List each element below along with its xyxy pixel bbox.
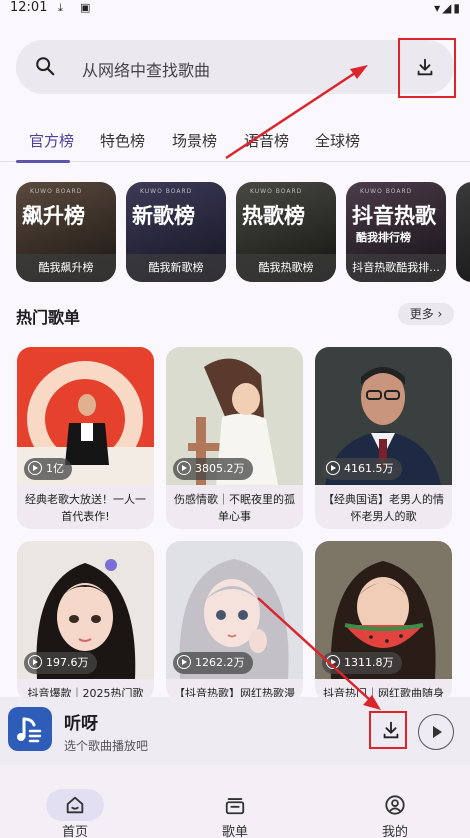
board-tag: KUWO BOARD [140,188,193,195]
ranking-tabs: 官方榜 特色榜 场景榜 语音榜 全球榜 [0,124,470,163]
bottom-nav: 首页 歌单 我的 [0,765,470,838]
board-row: KUWO BOARD 飙升榜 酷我飙升榜 KUWO BOARD 新歌榜 酷我新歌… [0,182,470,282]
app-logo [8,707,52,751]
playlist-card[interactable]: 1亿 经典老歌大放送！一人一首代表作! [17,347,154,529]
play-count-badge: 197.6万 [24,652,97,674]
play-count: 4161.5万 [344,462,394,475]
search-placeholder[interactable]: 从网络中查找歌曲 [82,57,210,81]
home-icon [66,796,84,814]
play-count-badge: 1311.8万 [322,652,402,674]
play-count-icon [326,461,340,475]
play-button[interactable] [418,714,454,750]
tab-official[interactable]: 官方榜 [29,130,74,151]
board-card[interactable]: KUWO BOARD 新歌榜 酷我新歌榜 [126,182,226,282]
play-count-icon [28,655,42,669]
playlist-title: 经典老歌大放送！一人一首代表作! [25,493,146,523]
search-bar[interactable]: 从网络中查找歌曲 [16,40,454,94]
playlist-card[interactable]: 197.6万 抖音爆款｜2025热门歌曲 [17,541,154,701]
board-name: 新歌榜 [132,204,195,228]
board-footer: 酷我新歌榜 [126,254,226,282]
board-name: 飙升榜 [22,204,85,228]
play-count-icon [28,461,42,475]
tab-global[interactable]: 全球榜 [315,130,360,151]
board-card[interactable]: KUWO BOARD 飙升榜 酷我飙升榜 [16,182,116,282]
playlist-card[interactable]: 4161.5万 【经典国语】老男人的情怀老男人的歌 [315,347,452,529]
board-name: 抖音热歌 [352,204,436,228]
play-count: 3805.2万 [195,462,245,475]
section-title: 热门歌单 [16,308,81,327]
board-card-partial[interactable] [456,182,470,282]
play-count-icon [177,655,191,669]
play-count: 197.6万 [46,656,89,669]
download-status-icon: ⤓ [58,1,63,14]
playlist-title: 【经典国语】老男人的情怀老男人的歌 [323,493,444,523]
playlist-icon [225,798,245,815]
annotation-box-top [398,38,456,98]
status-bar: 12:01 ⤓ ▣ ▾◢▮ [0,0,470,18]
player-title: 听呀 [64,714,98,734]
board-tag: KUWO BOARD [250,188,303,195]
play-count-badge: 3805.2万 [173,458,253,480]
nav-profile[interactable]: 我的 [320,765,470,838]
wifi-battery-icons: ▾◢▮ [434,1,462,15]
play-count-icon [177,461,191,475]
playlist-card[interactable]: 1311.8万 抖音热门｜网红歌曲随身听 [315,541,452,701]
board-tag: KUWO BOARD [30,188,83,195]
play-count-badge: 4161.5万 [322,458,402,480]
board-name: 热歌榜 [242,204,305,228]
board-subtitle: 酷我排行榜 [356,231,411,244]
tab-indicator [16,160,70,163]
play-count: 1亿 [46,462,64,475]
play-count-icon [326,655,340,669]
board-tag: KUWO BOARD [360,188,413,195]
board-card[interactable]: KUWO BOARD 抖音热歌 酷我排行榜 抖音热歌酷我排... [346,182,446,282]
tab-feature[interactable]: 特色榜 [100,130,145,151]
board-footer: 抖音热歌酷我排... [346,254,446,282]
play-count-badge: 1亿 [24,458,72,480]
nav-playlists[interactable]: 歌单 [160,765,316,838]
play-count: 1311.8万 [344,656,394,669]
playlist-title: 伤感情歌｜不眠夜里的孤单心事 [174,493,295,523]
search-icon [36,57,55,76]
app-status-icon: ▣ [80,1,91,14]
playlist-card[interactable]: 3805.2万 伤感情歌｜不眠夜里的孤单心事 [166,347,303,529]
nav-label: 歌单 [221,825,248,838]
play-count-badge: 1262.2万 [173,652,253,674]
player-subtitle: 选个歌曲播放吧 [64,739,149,753]
more-button[interactable]: 更多 › [398,303,454,325]
nav-label: 我的 [381,825,408,838]
board-footer: 酷我飙升榜 [16,254,116,282]
nav-home[interactable]: 首页 [0,765,156,838]
tab-scene[interactable]: 场景榜 [172,130,217,151]
annotation-box-bottom [369,711,407,749]
nav-label: 首页 [61,825,88,838]
board-card[interactable]: KUWO BOARD 热歌榜 酷我热歌榜 [236,182,336,282]
board-footer: 酷我热歌榜 [236,254,336,282]
status-time: 12:01 [10,0,48,15]
tab-language[interactable]: 语音榜 [244,130,289,151]
play-count: 1262.2万 [195,656,245,669]
profile-icon [385,795,405,815]
playlist-card[interactable]: 1262.2万 【抖音热歌】网红热歌漫游 [166,541,303,701]
